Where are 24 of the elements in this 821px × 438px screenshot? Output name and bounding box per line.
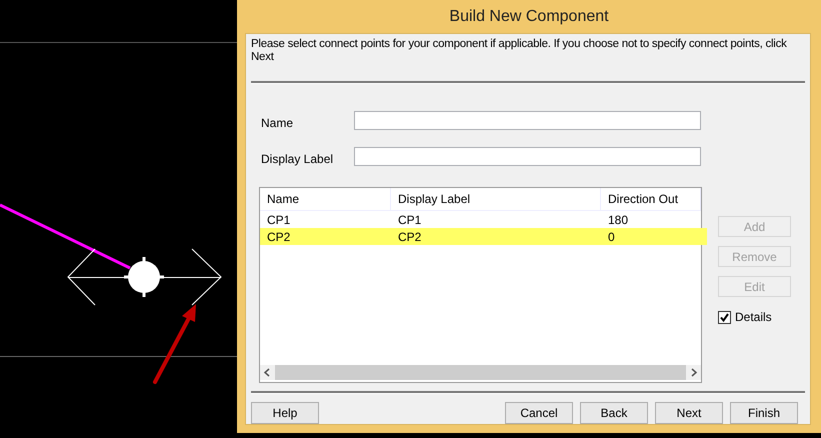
column-header[interactable]: Direction Out (601, 188, 701, 210)
dialog-button[interactable]: Help (251, 402, 319, 424)
details-checkbox[interactable] (718, 310, 731, 324)
list-cell-text: CP2 (397, 228, 422, 246)
text-field[interactable] (354, 110, 701, 130)
list-cell-text: CP1 (266, 212, 292, 228)
dialog-button[interactable]: Finish (730, 402, 798, 424)
list-row[interactable]: CP2 CP2 0 (260, 228, 707, 245)
field-label: Name (261, 115, 294, 132)
list-cell-text: CP2 (266, 228, 292, 246)
list-cell-text: CP1 (397, 212, 422, 228)
instructions-text: Please select connect points for your component if applicable. If you choose not to specify connect points, click Next (250, 37, 788, 65)
window-title: Build New Component (448, 6, 610, 26)
dialog-button[interactable]: Next (655, 402, 723, 424)
list-row[interactable]: CP1 CP1 180 (260, 211, 701, 228)
field-label: Display Label (261, 151, 334, 168)
dialog-button[interactable]: Cancel (505, 402, 573, 424)
list-cell-text: 0 (607, 228, 616, 246)
list-cell-text: 180 (607, 212, 630, 228)
column-header[interactable]: Name (260, 188, 391, 210)
text-field[interactable] (354, 146, 701, 166)
checkbox-label: Details (735, 309, 772, 326)
dialog-button[interactable]: Back (580, 402, 648, 424)
column-header[interactable]: Display Label (391, 188, 601, 210)
